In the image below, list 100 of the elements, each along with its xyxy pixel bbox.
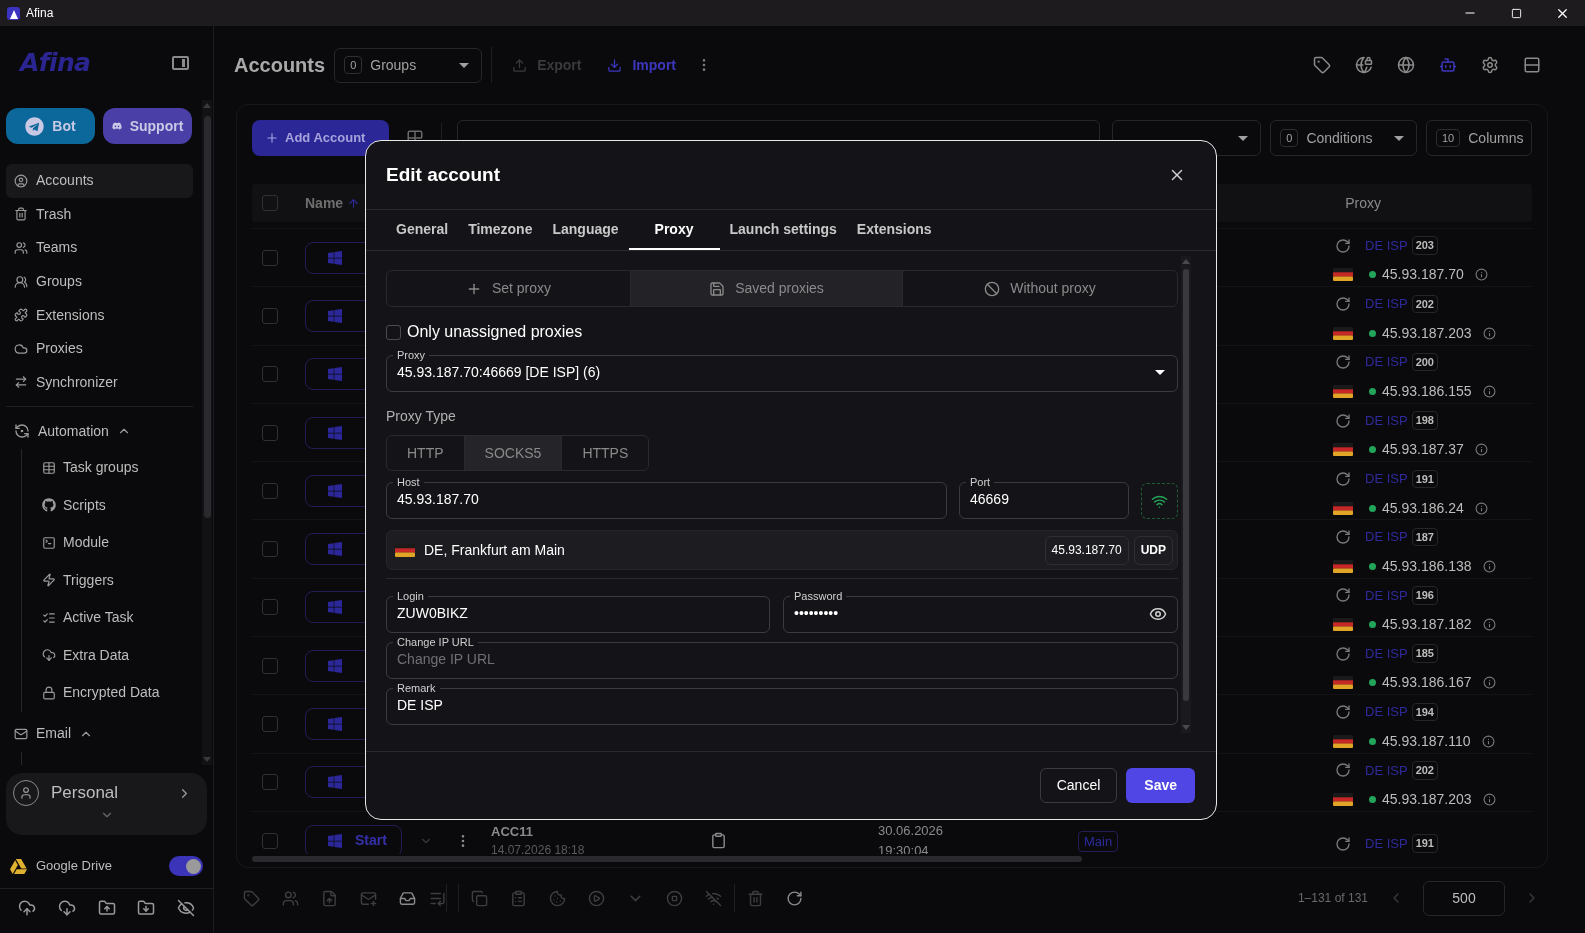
row-checkbox[interactable] [262,541,278,558]
nav-section[interactable]: Email [6,715,193,752]
proxy-select[interactable]: Proxy 45.93.187.70:46669 [DE ISP] (6) [386,349,1178,392]
type-option[interactable]: HTTP [387,436,464,470]
refresh-icon[interactable] [1335,704,1351,720]
bot-button[interactable]: Bot [6,108,95,144]
tab[interactable]: Proxy [628,210,720,250]
refresh-icon[interactable] [1335,295,1351,312]
folder-download-icon[interactable] [137,898,156,917]
refresh-icon[interactable] [1335,835,1351,852]
row-checkbox[interactable] [262,249,278,266]
info-icon[interactable] [1474,268,1488,282]
folder-upload-icon[interactable] [97,898,116,917]
change-ip-url-field[interactable]: Change IP URL Change IP URL [386,636,1178,679]
nav-item[interactable]: Task groups [42,449,193,487]
column-header[interactable]: Proxy [1345,192,1381,214]
tab[interactable]: Timezone [458,210,543,250]
inbox-icon[interactable] [399,889,416,907]
drive-switch[interactable] [169,856,203,876]
tag-icon[interactable] [1313,56,1331,74]
remark-field[interactable]: Remark DE ISP [386,682,1178,725]
mode-tab[interactable]: Set proxy [387,271,630,306]
refresh-icon[interactable] [1335,354,1351,371]
host-field[interactable]: Host 45.93.187.70 [386,476,947,519]
groups-select[interactable]: 0 Groups [334,47,483,83]
clipboard-icon[interactable] [710,832,727,850]
add-account-button[interactable]: Add Account [252,120,389,156]
row-checkbox[interactable] [262,307,278,324]
type-option[interactable]: HTTPS [561,436,649,470]
row-checkbox[interactable] [262,424,278,441]
nav-item[interactable]: Scripts [42,486,193,525]
refresh-icon[interactable] [786,889,803,907]
nav-item[interactable]: Teams [6,231,193,265]
row-checkbox[interactable] [262,366,278,383]
info-icon[interactable] [1481,734,1495,748]
tab[interactable]: General [386,210,459,250]
row-checkbox[interactable] [262,599,278,616]
info-icon[interactable] [1482,326,1496,340]
nav-section[interactable]: Automation [6,413,193,450]
nav-item[interactable]: Extensions [6,298,193,332]
refresh-icon[interactable] [1335,645,1351,662]
info-icon[interactable] [1474,501,1488,515]
tab[interactable]: Extensions [846,210,942,250]
mode-tab[interactable]: Without proxy [902,271,1177,306]
info-icon[interactable] [1482,559,1496,573]
nav-item[interactable]: Synchronizer [6,365,193,400]
nav-item[interactable]: Proxies [6,331,193,366]
layout-icon[interactable] [1523,56,1541,74]
conditions-select[interactable]: 0 Conditions [1270,120,1417,156]
robot-icon[interactable] [1439,56,1457,74]
info-icon[interactable] [1482,676,1496,690]
globe-lock-icon[interactable] [1355,56,1373,74]
support-button[interactable]: Support [103,108,192,144]
checkbox-label[interactable]: Only unassigned proxies [407,320,583,344]
info-icon[interactable] [1482,385,1496,398]
refresh-icon[interactable] [1335,237,1351,254]
globe-icon[interactable] [1397,56,1415,74]
tab[interactable]: Launch settings [719,210,847,250]
eye-off-icon[interactable] [177,898,195,917]
sidebar-toggle-icon[interactable] [172,56,189,70]
checkbox[interactable] [386,324,401,340]
cloud-upload-icon[interactable] [18,898,36,917]
nav-item[interactable]: Accounts [6,164,193,198]
password-field[interactable]: Password ••••••••• [783,590,1178,633]
nav-item[interactable]: Triggers [42,561,193,600]
workspace-card[interactable]: Personal [6,773,207,835]
row-checkbox[interactable] [262,716,278,732]
scrollbar[interactable] [202,100,212,765]
info-icon[interactable] [1474,443,1488,457]
refresh-icon[interactable] [1335,470,1351,487]
cloud-download-icon[interactable] [57,898,76,917]
nav-item[interactable]: Module [42,524,193,562]
nav-item[interactable]: Extra Data [42,636,193,675]
refresh-icon[interactable] [1335,587,1351,604]
nav-item[interactable]: Groups [6,264,193,299]
info-icon[interactable] [1482,618,1496,632]
row-checkbox[interactable] [262,657,278,674]
column-header[interactable]: Name [305,192,344,214]
refresh-icon[interactable] [1335,529,1351,546]
nav-item[interactable]: Encrypted Data [42,674,193,712]
port-field[interactable]: Port 46669 [959,476,1129,519]
info-icon[interactable] [1482,793,1496,807]
settings-icon[interactable] [1481,56,1499,74]
refresh-icon[interactable] [1335,412,1351,429]
nav-item[interactable]: Active Task [42,599,193,637]
refresh-icon[interactable] [1335,762,1351,779]
save-button[interactable]: Save [1126,768,1195,803]
row-checkbox[interactable] [262,774,278,791]
page-size-field[interactable]: 500 [1423,880,1505,916]
scrollbar[interactable] [1181,256,1191,733]
clipboard-list-icon[interactable] [510,889,527,907]
select-all-checkbox[interactable] [262,195,278,211]
cancel-button[interactable]: Cancel [1039,768,1118,803]
login-field[interactable]: Login ZUW0BIKZ [386,590,770,633]
horizontal-scrollbar[interactable] [252,856,1082,862]
check-connection-button[interactable] [1141,483,1178,519]
mode-tab[interactable]: Saved proxies [630,271,902,306]
row-checkbox[interactable] [262,832,278,849]
type-option[interactable]: SOCKS5 [463,436,562,470]
columns-button[interactable]: 10 Columns [1426,120,1532,156]
